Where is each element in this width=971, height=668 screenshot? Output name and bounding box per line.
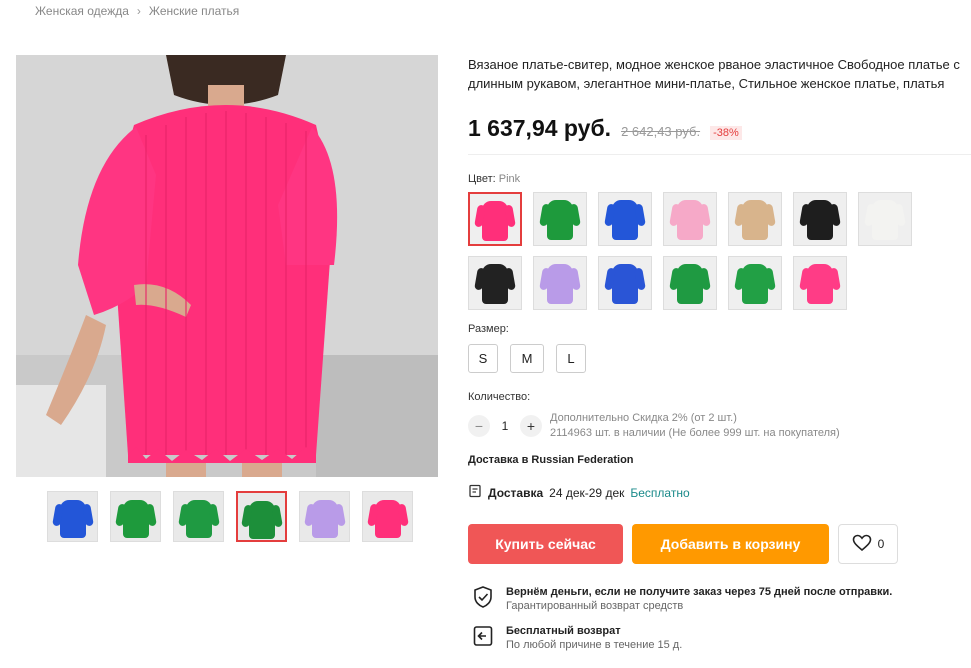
- image-thumbnails: [47, 491, 413, 542]
- quantity-label: Количество:: [468, 391, 531, 403]
- color-swatch-image: [612, 264, 638, 304]
- wishlist-count: 0: [877, 537, 885, 551]
- thumbnail-6-image: [374, 500, 401, 538]
- wishlist-button[interactable]: 0: [838, 524, 898, 564]
- color-swatch[interactable]: [663, 192, 717, 246]
- stock-note: 2114963 шт. в наличии (Не более 999 шт. …: [550, 427, 840, 439]
- free-return: Бесплатный возврат По любой причине в те…: [472, 624, 682, 653]
- discount-badge: -38%: [710, 126, 742, 140]
- product-photo-illustration: [16, 55, 438, 477]
- money-back-title: Вернём деньги, если не получите заказ че…: [506, 586, 893, 598]
- color-swatch[interactable]: [858, 192, 912, 246]
- quantity-info: Дополнительно Скидка 2% (от 2 шт.) 21149…: [550, 411, 840, 441]
- return-box-icon: [472, 624, 494, 653]
- thumbnail-2[interactable]: [110, 491, 161, 542]
- thumbnail-6[interactable]: [362, 491, 413, 542]
- color-swatch-image: [677, 200, 703, 240]
- free-return-subtitle: По любой причине в течение 15 д.: [506, 639, 683, 651]
- delivery-price: Бесплатно: [630, 485, 690, 500]
- color-swatch[interactable]: [793, 256, 847, 310]
- color-swatch[interactable]: [533, 256, 587, 310]
- free-return-title: Бесплатный возврат: [506, 625, 621, 637]
- breadcrumb-item-womens-dresses[interactable]: Женские платья: [149, 4, 239, 18]
- quantity-decrease-button[interactable]: −: [468, 415, 490, 437]
- size-option-l[interactable]: L: [556, 344, 586, 373]
- color-swatch[interactable]: [533, 192, 587, 246]
- color-swatch-image: [742, 200, 768, 240]
- color-swatch[interactable]: [663, 256, 717, 310]
- quantity-stepper: − 1 + Дополнительно Скидка 2% (от 2 шт.)…: [468, 411, 840, 441]
- color-swatch[interactable]: [598, 192, 652, 246]
- color-swatch-image: [612, 200, 638, 240]
- delivery-destination[interactable]: Доставка в Russian Federation: [468, 454, 634, 466]
- delivery-dates: 24 дек-29 дек: [549, 485, 625, 500]
- thumbnail-1[interactable]: [47, 491, 98, 542]
- current-price: 1 637,94 руб.: [468, 115, 612, 141]
- color-swatch-image: [482, 201, 508, 241]
- thumbnail-5[interactable]: [299, 491, 350, 542]
- price-row: 1 637,94 руб. 2 642,43 руб. -38%: [468, 115, 742, 142]
- thumbnail-3-image: [185, 500, 212, 538]
- thumbnail-2-image: [122, 500, 149, 538]
- color-swatch[interactable]: [468, 192, 522, 246]
- heart-icon: [852, 534, 872, 555]
- color-swatch[interactable]: [468, 256, 522, 310]
- main-product-image[interactable]: [16, 55, 438, 477]
- old-price: 2 642,43 руб.: [621, 124, 701, 139]
- quantity-increase-button[interactable]: +: [520, 415, 542, 437]
- color-swatch-image: [807, 264, 833, 304]
- color-swatches-row-1: [468, 192, 948, 246]
- money-back-guarantee: Вернём деньги, если не получите заказ че…: [472, 585, 892, 614]
- bulk-discount-note: Дополнительно Скидка 2% (от 2 шт.): [550, 412, 737, 424]
- thumbnail-4[interactable]: [236, 491, 287, 542]
- thumbnail-5-image: [311, 500, 338, 538]
- money-back-subtitle: Гарантированный возврат средств: [506, 600, 684, 612]
- color-swatch-image: [872, 200, 898, 240]
- color-swatch[interactable]: [728, 256, 782, 310]
- color-swatch-image: [547, 264, 573, 304]
- buy-now-button[interactable]: Купить сейчас: [468, 524, 623, 564]
- color-swatch-image: [482, 264, 508, 304]
- shield-check-icon: [472, 585, 494, 614]
- thumbnail-1-image: [59, 500, 86, 538]
- thumbnail-4-image: [248, 501, 275, 539]
- color-swatch[interactable]: [793, 192, 847, 246]
- selected-color-value: Pink: [498, 173, 521, 185]
- size-option-s[interactable]: S: [468, 344, 498, 373]
- quantity-value[interactable]: 1: [490, 419, 520, 433]
- product-title: Вязаное платье-свитер, модное женское рв…: [468, 57, 960, 91]
- color-swatch-image: [742, 264, 768, 304]
- color-swatch-image: [547, 200, 573, 240]
- size-label: Размер:: [468, 323, 509, 335]
- free-return-text: Бесплатный возврат По любой причине в те…: [506, 624, 682, 652]
- add-to-cart-button[interactable]: Добавить в корзину: [632, 524, 829, 564]
- color-label: Цвет: Pink: [468, 173, 520, 185]
- chevron-right-icon: ›: [136, 4, 141, 18]
- breadcrumb: Женская одежда › Женские платья: [35, 4, 239, 18]
- breadcrumb-item-womens-clothing[interactable]: Женская одежда: [35, 4, 129, 18]
- delivery-info: Доставка 24 дек-29 дек Бесплатно: [468, 484, 690, 501]
- color-swatches-row-2: [468, 256, 948, 310]
- delivery-label: Доставка: [488, 485, 544, 500]
- size-options: S M L: [468, 344, 586, 373]
- divider: [468, 154, 971, 155]
- money-back-text: Вернём деньги, если не получите заказ че…: [506, 585, 892, 613]
- color-swatch[interactable]: [728, 192, 782, 246]
- color-swatch-image: [807, 200, 833, 240]
- color-swatch-image: [677, 264, 703, 304]
- size-option-m[interactable]: M: [510, 344, 544, 373]
- thumbnail-3[interactable]: [173, 491, 224, 542]
- color-swatch[interactable]: [598, 256, 652, 310]
- calendar-icon: [468, 484, 482, 501]
- color-label-text: Цвет:: [468, 173, 496, 185]
